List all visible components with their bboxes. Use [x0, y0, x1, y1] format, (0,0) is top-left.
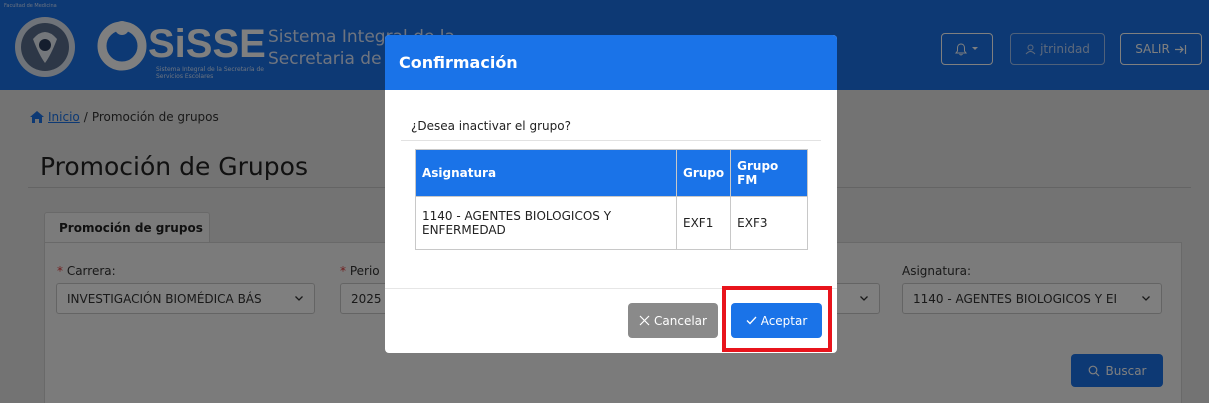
- cancel-button[interactable]: Cancelar: [628, 303, 718, 338]
- modal-divider: [401, 140, 821, 141]
- table-header-row: Asignatura Grupo Grupo FM: [415, 149, 808, 197]
- cell-grupo-fm: EXF3: [730, 196, 808, 250]
- cancel-label: Cancelar: [654, 313, 707, 328]
- cell-grupo: EXF1: [675, 196, 732, 250]
- table-row: 1140 - AGENTES BIOLOGICOS Y ENFERMEDAD E…: [415, 196, 808, 250]
- confirmation-table: Asignatura Grupo Grupo FM 1140 - AGENTES…: [415, 149, 808, 250]
- column-header-grupo-fm: Grupo FM: [730, 149, 808, 197]
- column-header-asignatura: Asignatura: [415, 149, 677, 197]
- modal-question: ¿Desea inactivar el grupo?: [411, 119, 571, 133]
- cell-asignatura: 1140 - AGENTES BIOLOGICOS Y ENFERMEDAD: [415, 196, 677, 250]
- accept-highlight-box: [722, 286, 832, 352]
- modal-title: Confirmación: [385, 35, 837, 90]
- close-icon: [639, 315, 650, 326]
- column-header-grupo: Grupo: [675, 149, 732, 197]
